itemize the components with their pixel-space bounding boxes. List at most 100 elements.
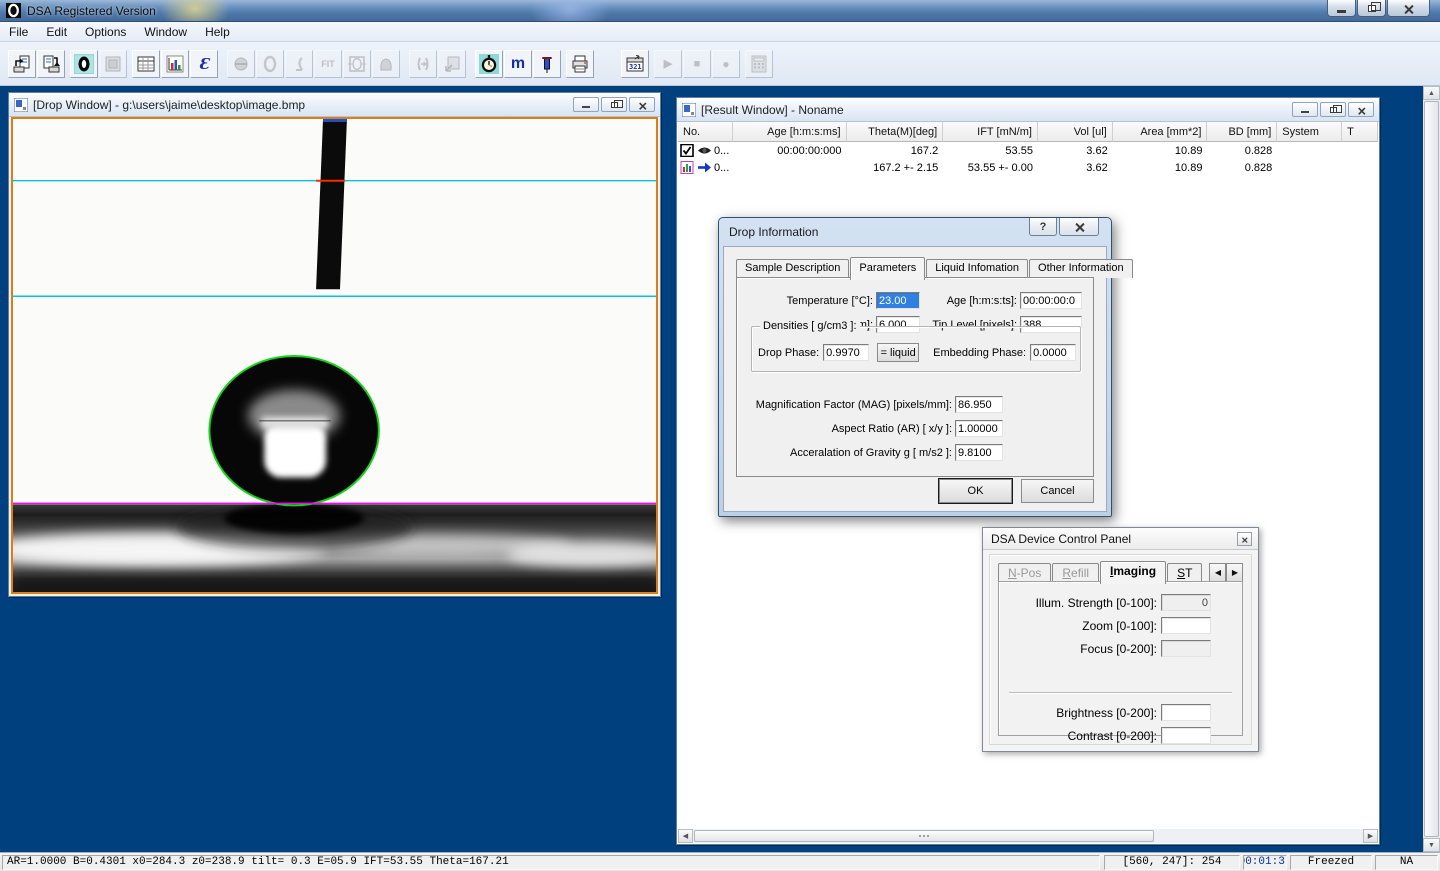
- column-header-ift[interactable]: IFT [mN/m]: [943, 122, 1038, 142]
- scroll-right-arrow[interactable]: ▶: [1363, 829, 1378, 843]
- illum-strength-input[interactable]: [1161, 594, 1211, 611]
- drop-image-area[interactable]: [11, 117, 658, 594]
- temperature-input[interactable]: [876, 292, 920, 309]
- age-input[interactable]: [1020, 292, 1082, 309]
- video-counter-button[interactable]: 321: [621, 50, 649, 78]
- dialog-close-button[interactable]: [1059, 218, 1099, 236]
- close-icon: [1075, 222, 1084, 231]
- drop-phase-input[interactable]: [823, 344, 869, 361]
- export-image-button[interactable]: [37, 50, 65, 78]
- record-icon: ●: [722, 57, 729, 71]
- frame-fit-button: [343, 50, 371, 78]
- tab-sample-description[interactable]: Sample Description: [736, 259, 849, 278]
- result-window-titlebar[interactable]: [Result Window] - Noname: [677, 98, 1379, 122]
- table-row[interactable]: 0... 00:00:00:000 167.2 53.55 3.62 10.89…: [678, 142, 1378, 159]
- stopwatch-button[interactable]: [475, 50, 503, 78]
- scrollbar-thumb[interactable]: [1424, 101, 1439, 837]
- dosing-syringe-button[interactable]: [533, 50, 561, 78]
- device-panel-body: N-Pos Refill Imaging ST ◀ ▶ Illum. Stren…: [989, 554, 1252, 745]
- column-header-bd[interactable]: BD [mm]: [1207, 122, 1277, 142]
- zoom-input[interactable]: [1161, 617, 1211, 634]
- drop-restore-button[interactable]: [601, 97, 627, 112]
- menu-options[interactable]: Options: [76, 23, 135, 41]
- epsilon-method-button[interactable]: Ɛ: [190, 50, 218, 78]
- import-image-button[interactable]: [8, 50, 36, 78]
- scroll-down-arrow[interactable]: ▼: [1423, 838, 1440, 852]
- drop-minimize-button[interactable]: [573, 97, 599, 112]
- close-button[interactable]: [1387, 0, 1430, 17]
- illum-strength-label: Illum. Strength [0-100]:: [1007, 596, 1157, 610]
- tab-scroll-left-button[interactable]: ◀: [1209, 563, 1226, 582]
- chart-window-button[interactable]: [161, 50, 189, 78]
- gravity-input[interactable]: [955, 444, 1003, 461]
- magnification-factor-label: Magnification Factor (MAG) [pixels/mm]:: [745, 399, 952, 411]
- cell-system: [1277, 159, 1342, 176]
- device-panel-close-button[interactable]: [1237, 532, 1252, 546]
- tab-st[interactable]: ST: [1167, 563, 1202, 582]
- result-close-button[interactable]: [1348, 102, 1374, 117]
- menu-file[interactable]: File: [0, 23, 37, 41]
- tab-imaging[interactable]: Imaging: [1100, 561, 1166, 584]
- contrast-input[interactable]: [1161, 727, 1211, 744]
- tab-scroll-right-button[interactable]: ▶: [1226, 563, 1243, 582]
- focus-input[interactable]: [1161, 640, 1211, 657]
- column-header-t[interactable]: T: [1342, 122, 1378, 142]
- zoom-label: Zoom [0-100]:: [1007, 619, 1157, 633]
- tab-liquid-information[interactable]: Liquid Infomation: [926, 259, 1028, 278]
- result-table-button[interactable]: [132, 50, 160, 78]
- cell-theta: 167.2 +- 2.15: [847, 159, 944, 176]
- drop-window: [Drop Window] - g:\users\jaime\desktop\i…: [8, 92, 661, 597]
- tab-parameters[interactable]: Parameters: [850, 257, 925, 280]
- result-minimize-button[interactable]: [1292, 102, 1318, 117]
- drop-information-dialog: Drop Information ? Sample Description Pa…: [718, 217, 1112, 517]
- brightness-input[interactable]: [1161, 704, 1211, 721]
- scrollbar-thumb[interactable]: [694, 830, 1154, 842]
- status-timer: 00:01:3:: [1243, 855, 1287, 870]
- aspect-ratio-input[interactable]: [955, 420, 1003, 437]
- tab-other-information[interactable]: Other Information: [1029, 259, 1133, 278]
- column-header-area[interactable]: Area [mm*2]: [1113, 122, 1208, 142]
- magnification-factor-input[interactable]: [955, 396, 1003, 413]
- result-restore-button[interactable]: [1320, 102, 1346, 117]
- title-bar[interactable]: DSA Registered Version: [0, 0, 1440, 22]
- record-button: ●: [712, 50, 740, 78]
- menu-edit[interactable]: Edit: [37, 23, 76, 41]
- checked-checkbox-icon[interactable]: [680, 144, 695, 157]
- eye-icon: [697, 144, 712, 157]
- glass-glow: [160, 0, 230, 22]
- device-panel-titlebar[interactable]: DSA Device Control Panel: [983, 528, 1258, 550]
- drop-window-button[interactable]: [70, 50, 98, 78]
- drop-window-titlebar[interactable]: [Drop Window] - g:\users\jaime\desktop\i…: [9, 93, 660, 117]
- magnification-button[interactable]: m: [504, 50, 532, 78]
- column-header-vol[interactable]: Vol [ul]: [1038, 122, 1113, 142]
- liquid-button[interactable]: = liquid: [877, 343, 919, 362]
- column-header-no[interactable]: No.: [678, 122, 733, 142]
- print-button[interactable]: [566, 50, 594, 78]
- scroll-left-arrow[interactable]: ◀: [678, 829, 693, 843]
- menu-window[interactable]: Window: [135, 23, 196, 41]
- column-header-system[interactable]: System: [1277, 122, 1342, 142]
- device-tabs: N-Pos Refill Imaging ST ◀ ▶: [998, 561, 1243, 582]
- menu-help[interactable]: Help: [196, 23, 239, 41]
- minimize-button[interactable]: [1327, 0, 1356, 17]
- menu-bar: File Edit Options Window Help: [0, 22, 1440, 42]
- drop-close-button[interactable]: [629, 97, 655, 112]
- tab-refill[interactable]: Refill: [1052, 563, 1099, 582]
- column-header-theta[interactable]: Theta(M)[deg]: [847, 122, 944, 142]
- cell-bd: 0.828: [1207, 159, 1277, 176]
- drop-image: [13, 119, 656, 592]
- dialog-help-button[interactable]: ?: [1029, 218, 1057, 236]
- embedding-phase-input[interactable]: [1030, 344, 1076, 361]
- mdi-client-area: [Drop Window] - g:\users\jaime\desktop\i…: [0, 86, 1440, 852]
- ok-button[interactable]: OK: [939, 479, 1012, 503]
- tab-n-pos[interactable]: N-Pos: [998, 563, 1051, 582]
- focus-label: Focus [0-200]:: [1007, 642, 1157, 656]
- mdi-vertical-scrollbar[interactable]: ▲ ▼: [1423, 86, 1440, 852]
- restore-button[interactable]: [1357, 0, 1386, 17]
- gravity-label: Acceralation of Gravity g [ m/s2 ]:: [745, 447, 952, 459]
- column-header-age[interactable]: Age [h:m:s:ms]: [733, 122, 847, 142]
- scroll-up-arrow[interactable]: ▲: [1423, 86, 1440, 100]
- horizontal-scrollbar[interactable]: ◀ ▶: [678, 829, 1378, 843]
- table-row[interactable]: 0... 167.2 +- 2.15 53.55 +- 0.00 3.62 10…: [678, 159, 1378, 176]
- cancel-button[interactable]: Cancel: [1021, 479, 1094, 503]
